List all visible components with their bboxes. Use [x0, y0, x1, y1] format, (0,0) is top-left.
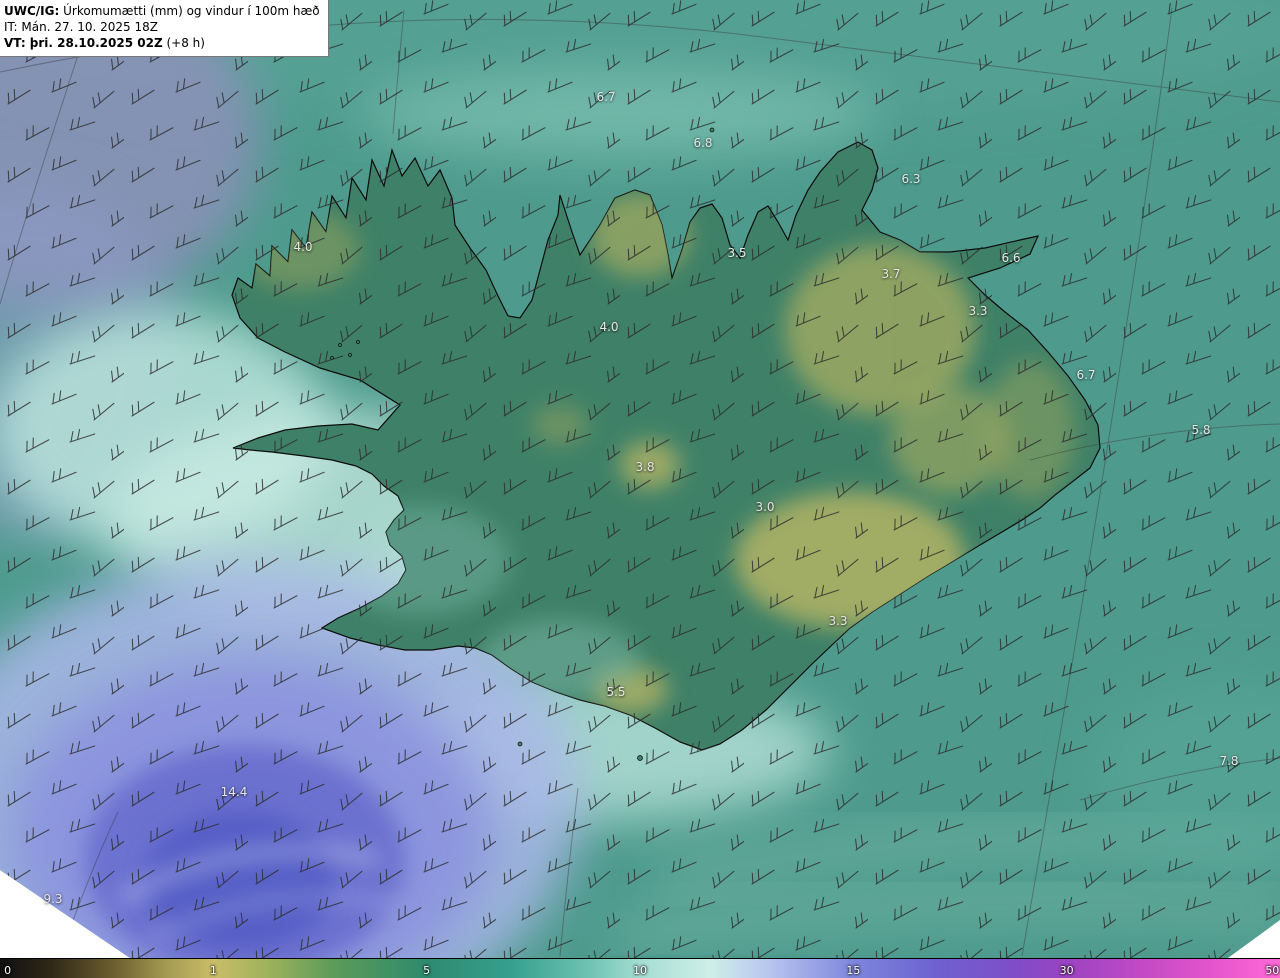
colorbar-tick-label: 5	[423, 964, 431, 977]
weather-map-page: 6.7 6.8 6.3 4.0 3.5 3.7 6.6 3.3 4.0 6.7 5.8 3.8 3.0 3…	[0, 0, 1280, 978]
colorbar-tick-label: 10	[633, 964, 647, 977]
valid-time: VT: þri. 28.10.2025 02Z	[4, 36, 163, 51]
model-id: UWC/IG:	[4, 4, 60, 18]
wind-barbs-layer	[0, 0, 1280, 958]
valid-time-line: VT: þri. 28.10.2025 02Z (+8 h)	[4, 35, 320, 51]
init-time-line: IT: Mán. 27. 10. 2025 18Z	[4, 20, 158, 35]
lead-time: (+8 h)	[162, 36, 205, 51]
map-canvas	[0, 0, 1280, 958]
colorbar-tick-label: 30	[1059, 964, 1074, 977]
colorbar-tick-label: 15	[846, 964, 861, 977]
colorbar-tick-label: 0	[4, 964, 12, 977]
map-title-box: UWC/IG: Úrkomumætti (mm) og vindur í 100…	[0, 0, 329, 57]
product-description: Úrkomumætti (mm) og vindur í 100m hæð	[59, 4, 320, 18]
model-product-line: UWC/IG: Úrkomumætti (mm) og vindur í 100…	[4, 3, 320, 19]
colorbar-tick-label: 50	[1265, 964, 1280, 977]
colorbar: 0 1 5 10 15 30 50	[0, 958, 1280, 978]
colorbar-tick-label: 1	[209, 964, 217, 977]
